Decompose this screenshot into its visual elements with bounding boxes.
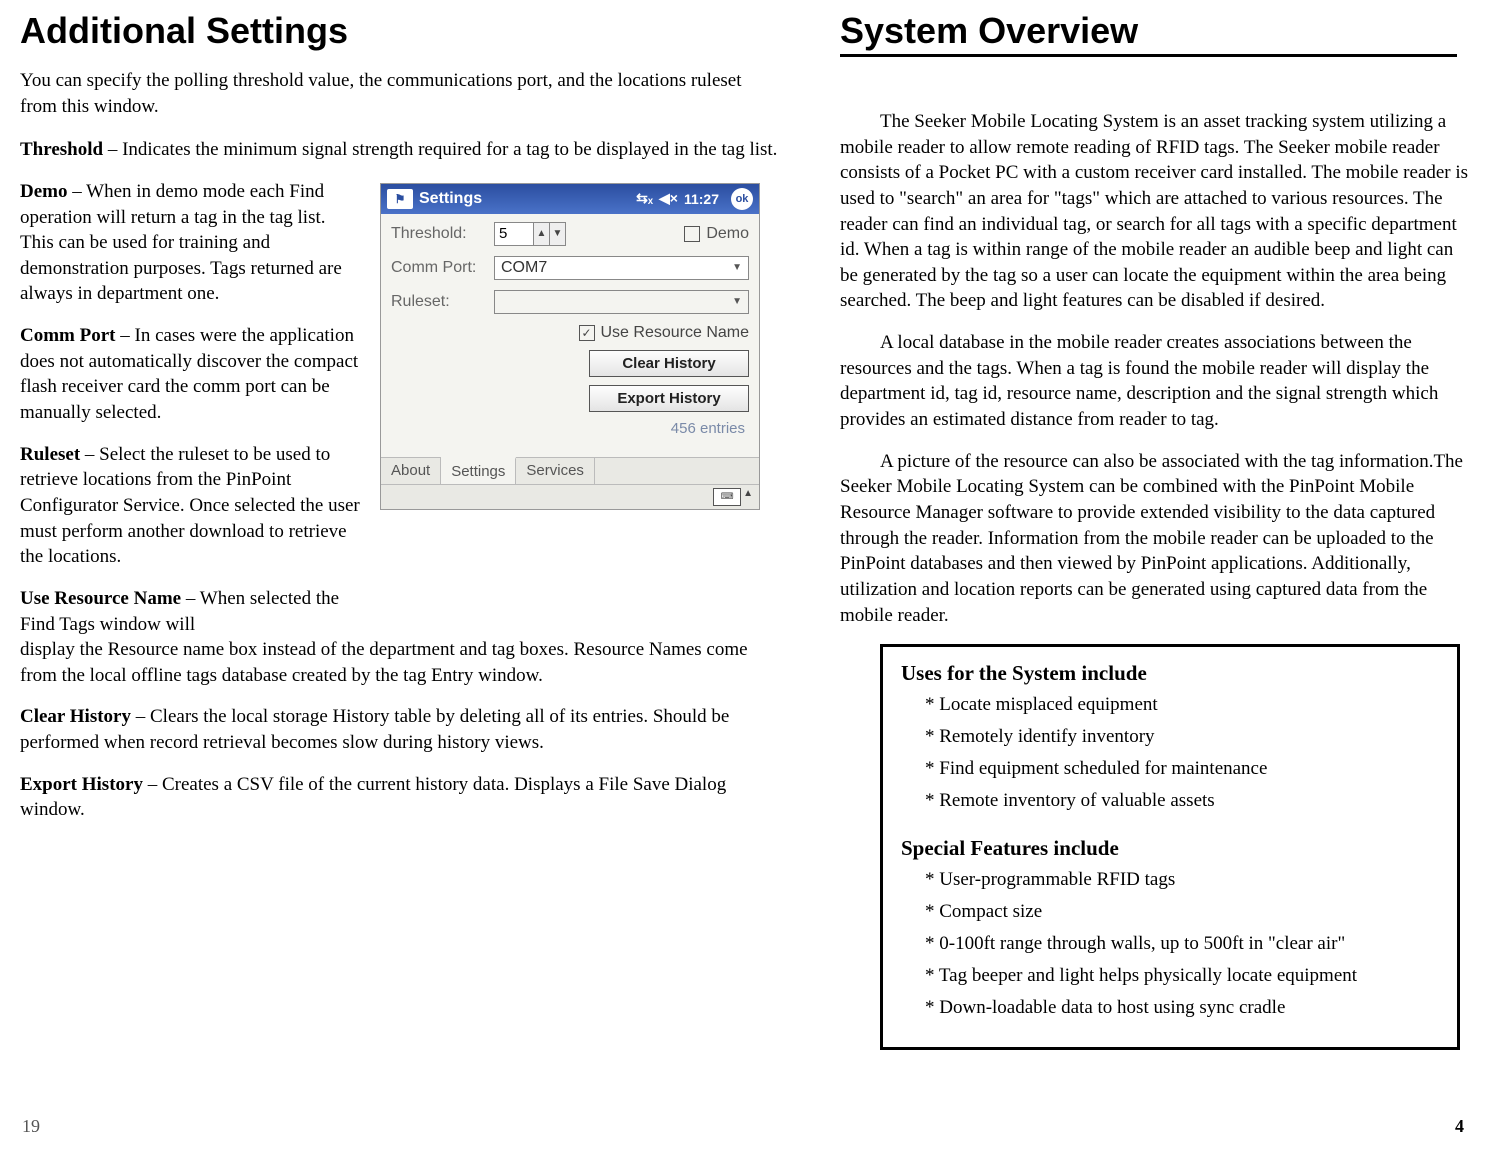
term: Comm Port xyxy=(20,325,116,346)
commport-label: Comm Port: xyxy=(391,259,486,277)
term: Use Resource Name xyxy=(20,588,181,609)
clear-history-button[interactable]: Clear History xyxy=(589,350,749,377)
use-resource-label: Use Resource Name xyxy=(601,324,750,342)
term: Export History xyxy=(20,774,143,795)
list-item: * Remotely identify inventory xyxy=(925,726,1439,748)
connectivity-icon: ⇆ₓ xyxy=(636,190,653,207)
export-history-button[interactable]: Export History xyxy=(589,385,749,412)
chevron-down-icon: ▼ xyxy=(732,296,742,307)
commport-select[interactable]: COM7 ▼ xyxy=(494,256,749,280)
term: Threshold xyxy=(20,139,103,160)
clock-text: 11:27 xyxy=(684,191,719,207)
checkbox-box[interactable]: ✓ xyxy=(579,325,595,341)
list-item: * Tag beeper and light helps physically … xyxy=(925,965,1439,987)
def-threshold: Threshold – Indicates the minimum signal… xyxy=(20,137,780,163)
demo-label: Demo xyxy=(706,225,749,243)
threshold-label: Threshold: xyxy=(391,225,486,243)
term-text: – Indicates the minimum signal strength … xyxy=(103,139,777,160)
list-item: * Down-loadable data to host using sync … xyxy=(925,997,1439,1019)
spin-down-icon[interactable]: ▼ xyxy=(550,222,566,246)
def-clear-history: Clear History – Clears the local storage… xyxy=(20,704,780,755)
spin-up-icon[interactable]: ▲ xyxy=(534,222,550,246)
features-heading: Special Features include xyxy=(901,836,1439,861)
overview-para-3: A picture of the resource can also be as… xyxy=(840,449,1470,628)
overview-para-2: A local database in the mobile reader cr… xyxy=(840,330,1470,433)
def-use-resource-lead: Use Resource Name – When selected the Fi… xyxy=(20,586,362,637)
page-number-right: 4 xyxy=(1455,1116,1464,1137)
use-resource-checkbox[interactable]: ✓ Use Resource Name xyxy=(579,324,750,342)
threshold-stepper[interactable]: ▲▼ xyxy=(494,222,566,246)
ppc-titlebar: ⚑ Settings ⇆ₓ ◀× 11:27 ok xyxy=(381,184,759,214)
left-page: Additional Settings You can specify the … xyxy=(20,10,780,1141)
ruleset-label: Ruleset: xyxy=(391,293,486,311)
ruleset-select[interactable]: ▼ xyxy=(494,290,749,314)
list-item: * 0-100ft range through walls, up to 500… xyxy=(925,933,1439,955)
term: Ruleset xyxy=(20,444,80,465)
def-use-resource-rest: display the Resource name box instead of… xyxy=(20,637,780,688)
pocketpc-screenshot: ⚑ Settings ⇆ₓ ◀× 11:27 ok Threshold: ▲▼ xyxy=(380,183,760,510)
right-page: System Overview The Seeker Mobile Locati… xyxy=(840,10,1470,1141)
checkbox-box[interactable] xyxy=(684,226,700,242)
features-list: * User-programmable RFID tags * Compact … xyxy=(901,869,1439,1019)
term-text: – When in demo mode each Find operation … xyxy=(20,181,342,305)
term: Demo xyxy=(20,181,67,202)
left-intro: You can specify the polling threshold va… xyxy=(20,68,780,119)
def-commport: Comm Port – In cases were the applicatio… xyxy=(20,323,362,426)
chevron-down-icon: ▼ xyxy=(732,262,742,273)
overview-para-1: The Seeker Mobile Locating System is an … xyxy=(840,109,1470,314)
tab-settings[interactable]: Settings xyxy=(441,457,516,484)
uses-list: * Locate misplaced equipment * Remotely … xyxy=(901,694,1439,812)
list-item: * Locate misplaced equipment xyxy=(925,694,1439,716)
list-item: * User-programmable RFID tags xyxy=(925,869,1439,891)
list-item: * Compact size xyxy=(925,901,1439,923)
right-heading: System Overview xyxy=(840,10,1457,57)
left-heading: Additional Settings xyxy=(20,10,780,52)
keyboard-up-icon[interactable]: ▲ xyxy=(743,488,753,506)
uses-heading: Uses for the System include xyxy=(901,661,1439,686)
def-export-history: Export History – Creates a CSV file of t… xyxy=(20,772,780,823)
def-ruleset: Ruleset – Select the ruleset to be used … xyxy=(20,442,362,570)
threshold-input[interactable] xyxy=(494,222,534,246)
def-demo: Demo – When in demo mode each Find opera… xyxy=(20,179,362,307)
keyboard-icon[interactable]: ⌨ xyxy=(713,488,741,506)
start-flag-icon[interactable]: ⚑ xyxy=(387,189,413,209)
commport-value: COM7 xyxy=(501,259,547,277)
entries-count: 456 entries xyxy=(391,420,745,437)
features-box: Uses for the System include * Locate mis… xyxy=(880,644,1460,1050)
ppc-title-text: Settings xyxy=(419,190,630,208)
ppc-tabs: About Settings Services xyxy=(381,457,759,484)
tab-about[interactable]: About xyxy=(381,458,441,484)
tab-services[interactable]: Services xyxy=(516,458,595,484)
page-number-left: 19 xyxy=(22,1116,40,1137)
demo-checkbox[interactable]: Demo xyxy=(684,225,749,243)
list-item: * Find equipment scheduled for maintenan… xyxy=(925,758,1439,780)
ok-button[interactable]: ok xyxy=(731,188,753,210)
list-item: * Remote inventory of valuable assets xyxy=(925,790,1439,812)
volume-icon: ◀× xyxy=(659,190,678,207)
term: Clear History xyxy=(20,706,131,727)
